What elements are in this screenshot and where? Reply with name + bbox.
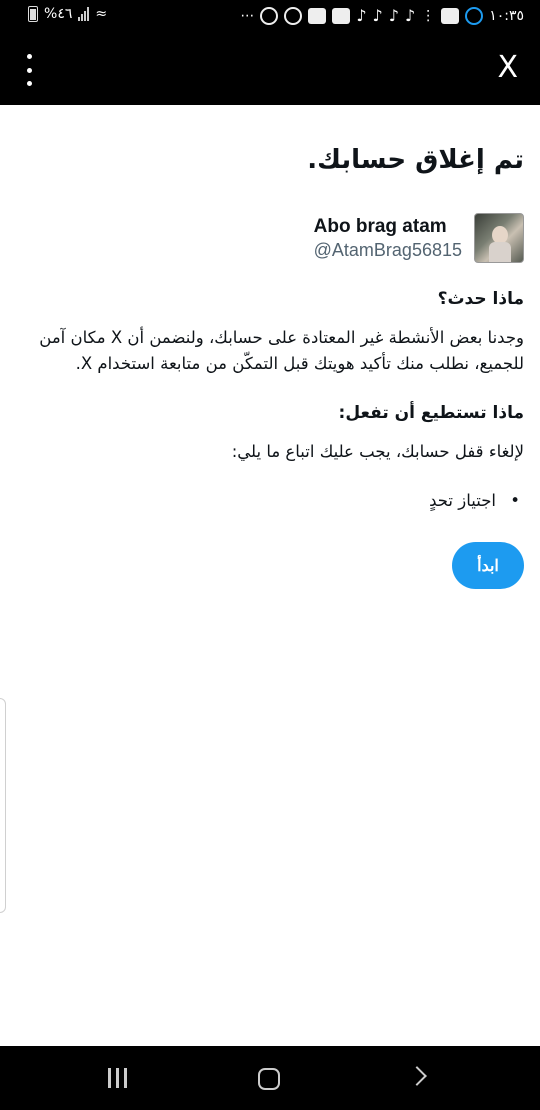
recent-apps-button[interactable] <box>108 1068 127 1088</box>
list-item: • اجتياز تحدٍ <box>429 491 520 510</box>
wifi-icon: ≈ <box>95 6 108 22</box>
voice-icon: ⋮ <box>421 7 436 24</box>
navigation-bar <box>0 1046 540 1110</box>
what-to-do-text: لإلغاء قفل حسابك، يجب عليك اتباع ما يلي: <box>231 442 524 461</box>
chatgpt-icon-2 <box>284 6 303 25</box>
back-button[interactable] <box>407 1066 427 1086</box>
tiktok-icon-3: ♪ <box>388 6 399 25</box>
battery-icon <box>28 6 38 22</box>
steps-list: • اجتياز تحدٍ <box>429 491 520 510</box>
tiktok-icon: ♪ <box>356 6 367 25</box>
drop-app-icon <box>332 7 351 24</box>
stack-app-icon <box>308 7 327 24</box>
more-options-icon[interactable] <box>20 54 38 86</box>
app-bar: X <box>0 34 540 105</box>
tiktok-icon-4: ♪ <box>404 6 416 25</box>
battery-level: %٤٦ <box>44 6 73 22</box>
avatar <box>474 213 524 263</box>
step-label: اجتياز تحدٍ <box>429 491 496 510</box>
account-handle: @AtamBrag56815 <box>313 239 462 260</box>
youtube-icon <box>441 7 460 24</box>
what-to-do-heading: ماذا تستطيع أن تفعل: <box>338 403 524 423</box>
home-button[interactable] <box>258 1068 280 1090</box>
what-happened-text: وجدنا بعض الأنشطة غير المعتادة على حسابك… <box>39 328 524 373</box>
tiktok-icon-2: ♪ <box>372 6 383 25</box>
main-content: تم إغلاق حسابك. Abo brag atam @AtamBrag5… <box>0 105 540 1045</box>
clock: ١٠:٣٥ <box>489 7 524 24</box>
account-name: Abo brag atam <box>313 215 447 237</box>
account-info: Abo brag atam @AtamBrag56815 <box>314 216 462 261</box>
account-card: Abo brag atam @AtamBrag56815 <box>314 213 524 263</box>
more-notifications-icon: ⋯ <box>240 7 255 24</box>
what-happened-heading: ماذا حدث؟ <box>437 289 524 309</box>
chatgpt-icon <box>260 6 279 25</box>
status-right: ⋯ ♪ ♪ ♪ ♪ ⋮ ١٠:٣٥ <box>240 6 524 25</box>
page-title: تم إغلاق حسابك. <box>307 145 524 175</box>
status-left: %٤٦ ≈ <box>28 6 107 22</box>
signal-icon <box>78 7 90 21</box>
bullet-icon: • <box>510 491 520 510</box>
close-button[interactable]: X <box>497 48 518 88</box>
messenger-icon <box>465 6 484 25</box>
edge-panel-handle[interactable] <box>0 698 6 913</box>
status-bar: %٤٦ ≈ ⋯ ♪ ♪ ♪ ♪ ⋮ ١٠:٣٥ <box>0 0 540 34</box>
start-button[interactable]: ابدأ <box>452 542 524 589</box>
